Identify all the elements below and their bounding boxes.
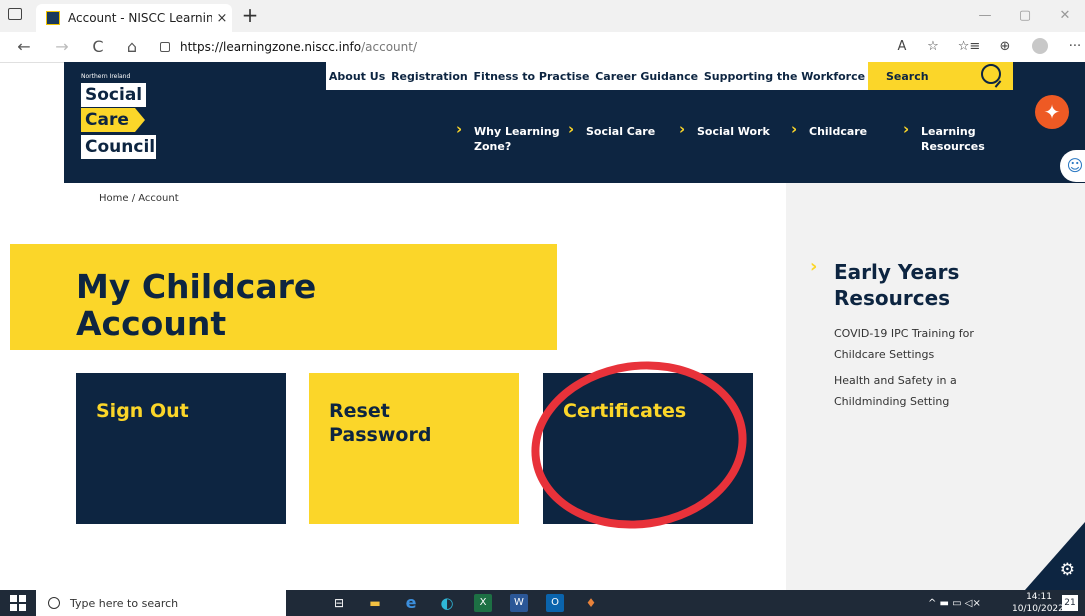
reset-line1: Reset: [329, 400, 390, 422]
main-nav-why-learning-zone[interactable]: › Why Learning Zone?: [456, 122, 564, 154]
chevron-right-icon: ›: [810, 256, 818, 277]
tab-title: Account - NISCC Learning Zone: [68, 11, 212, 25]
page-title: My Childcare Account: [76, 268, 316, 342]
close-window-button[interactable]: ✕: [1045, 0, 1085, 32]
notification-icon[interactable]: 21: [1062, 595, 1078, 611]
url-field[interactable]: https://learningzone.niscc.info/account/: [160, 35, 860, 59]
main-nav-childcare[interactable]: › Childcare: [791, 122, 868, 139]
search-button[interactable]: Search: [868, 62, 1013, 90]
word-icon[interactable]: W: [510, 594, 528, 612]
early-years-line2: Resources: [834, 286, 951, 310]
read-aloud-icon[interactable]: A: [889, 32, 915, 62]
logo-social[interactable]: Social: [81, 83, 146, 107]
logo-region-text: Northern Ireland: [81, 73, 131, 80]
main-nav-learning-resources[interactable]: › Learning Resources: [903, 122, 1001, 154]
top-nav-supporting-workforce[interactable]: Supporting the Workforce: [704, 70, 865, 83]
top-nav-about-us[interactable]: About Us: [329, 70, 385, 83]
main-nav-label: Social Care: [586, 125, 656, 138]
reset-password-label: Reset Password: [329, 399, 431, 447]
chevron-right-icon: ›: [791, 120, 798, 138]
top-nav-career-guidance[interactable]: Career Guidance: [595, 70, 698, 83]
file-explorer-icon[interactable]: ▬: [366, 594, 384, 612]
clock-time: 14:11: [1026, 592, 1052, 602]
refresh-button[interactable]: C: [84, 32, 112, 62]
chevron-right-icon: ›: [568, 120, 575, 138]
accessibility-icon[interactable]: ✦: [1035, 95, 1069, 129]
restore-button[interactable]: ▢: [1005, 0, 1045, 32]
main-nav-label: Childcare: [809, 125, 868, 138]
windows-start-icon[interactable]: [10, 595, 26, 611]
collections-icon[interactable]: ⊕: [992, 32, 1018, 62]
url-host: https://learningzone.niscc.info: [180, 40, 362, 54]
favorites-list-icon[interactable]: ☆≡: [956, 32, 982, 62]
search-label: Search: [886, 70, 929, 83]
main-nav-social-care[interactable]: › Social Care: [568, 122, 656, 139]
early-years-line1: Early Years: [834, 260, 960, 284]
breadcrumb[interactable]: Home / Account: [99, 193, 179, 204]
main-nav-label: Social Work: [697, 125, 770, 138]
top-nav: About Us Registration Fitness to Practis…: [326, 62, 868, 90]
home-button[interactable]: ⌂: [118, 32, 146, 62]
main-nav-social-work[interactable]: › Social Work: [679, 122, 770, 139]
main-nav-label: Why Learning Zone?: [474, 125, 560, 153]
lock-icon: [160, 42, 170, 52]
window-controls: — ▢ ✕: [965, 0, 1085, 32]
more-menu-icon[interactable]: ···: [1062, 32, 1085, 62]
internet-explorer-icon[interactable]: e: [402, 594, 420, 612]
top-nav-registration[interactable]: Registration: [391, 70, 468, 83]
logo-care[interactable]: Care: [81, 108, 145, 132]
clock-date: 10/10/2022: [1012, 604, 1064, 614]
sign-out-label: Sign Out: [96, 400, 189, 422]
tab-actions-icon[interactable]: [8, 8, 22, 20]
page-title-line1: My Childcare: [76, 267, 317, 306]
outlook-icon[interactable]: O: [546, 594, 564, 612]
system-tray-icons[interactable]: ^ ▬ ▭ ◁×: [928, 590, 981, 616]
url-path: /account/: [361, 40, 418, 54]
search-icon: [981, 64, 1001, 84]
chevron-right-icon: ›: [679, 120, 686, 138]
chevron-right-icon: ›: [903, 120, 910, 138]
taskbar-search-input[interactable]: Type here to search: [36, 590, 286, 616]
browser-tab[interactable]: Account - NISCC Learning Zone ×: [36, 4, 232, 32]
chevron-right-icon: ›: [456, 120, 463, 138]
sidebar-link-covid-ipc[interactable]: COVID-19 IPC Training for Childcare Sett…: [834, 323, 1024, 365]
page-title-line2: Account: [76, 304, 227, 343]
minimize-button[interactable]: —: [965, 0, 1005, 32]
top-nav-fitness-to-practise[interactable]: Fitness to Practise: [474, 70, 590, 83]
settings-corner[interactable]: ⚙: [1025, 522, 1085, 590]
niscc-favicon-icon: [46, 11, 60, 25]
new-tab-button[interactable]: +: [238, 4, 262, 28]
reset-line2: Password: [329, 424, 432, 446]
task-view-icon[interactable]: ⊟: [330, 594, 348, 612]
sign-out-tile[interactable]: Sign Out: [76, 373, 286, 524]
taskbar-clock[interactable]: 14:11 10/10/2022: [1012, 591, 1064, 615]
settings-corner-shape: [1025, 522, 1085, 590]
early-years-heading[interactable]: Early Years Resources: [834, 259, 959, 311]
profile-avatar[interactable]: [1032, 38, 1048, 54]
tab-close-icon[interactable]: ×: [212, 11, 232, 26]
sidebar-link-health-safety[interactable]: Health and Safety in a Childminding Sett…: [834, 370, 1024, 412]
excel-icon[interactable]: X: [474, 594, 492, 612]
forward-button[interactable]: →: [48, 32, 76, 62]
gear-icon: ⚙: [1059, 560, 1075, 580]
logo-council[interactable]: Council: [81, 135, 156, 159]
reset-password-tile[interactable]: Reset Password: [309, 373, 519, 524]
back-button[interactable]: ←: [10, 32, 38, 62]
main-nav-label: Learning Resources: [921, 125, 985, 153]
helper-widget-icon[interactable]: ☺: [1060, 150, 1085, 182]
taskbar-search-placeholder: Type here to search: [70, 596, 179, 610]
search-icon: [48, 597, 60, 609]
app-pin-icon[interactable]: ♦: [582, 594, 600, 612]
favorite-star-icon[interactable]: ☆: [920, 32, 946, 62]
edge-icon[interactable]: ◐: [438, 594, 456, 612]
